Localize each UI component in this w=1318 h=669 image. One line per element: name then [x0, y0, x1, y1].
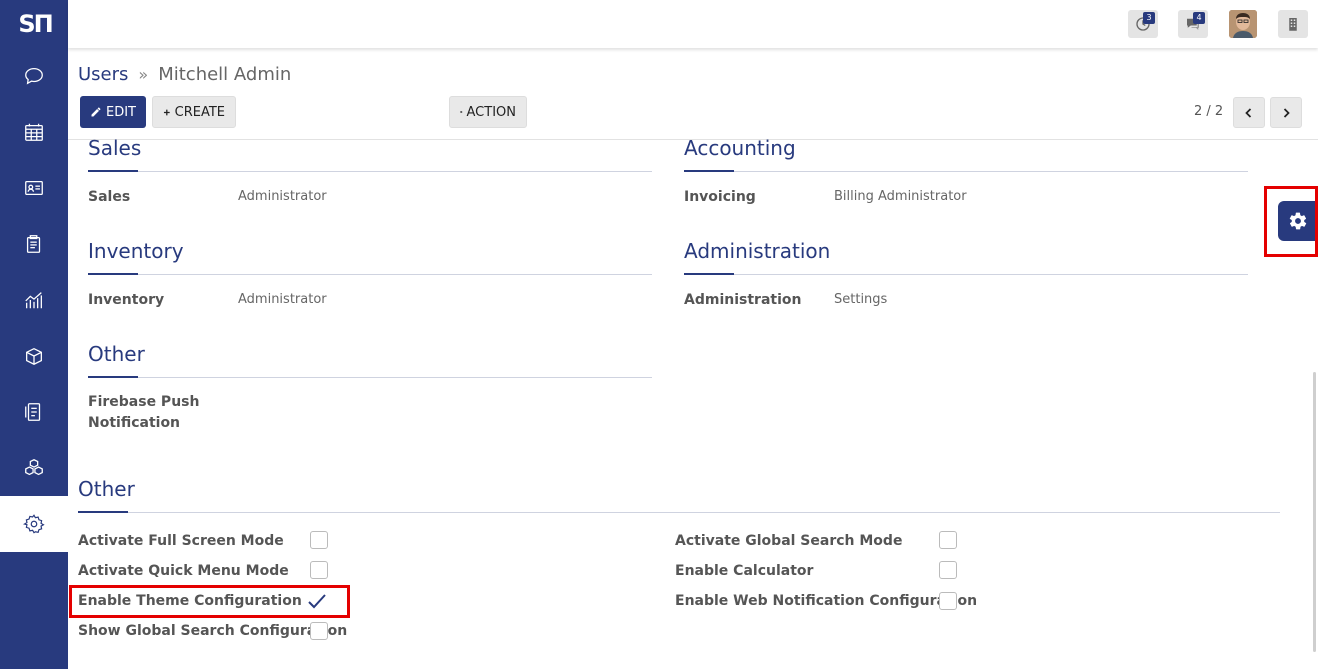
- gear-icon: [460, 110, 463, 114]
- plus-icon: [163, 109, 170, 115]
- calendar-icon: [25, 123, 43, 141]
- sidebar: ЅП: [0, 0, 68, 669]
- section-line-other: [78, 512, 1280, 513]
- pager-previous-button[interactable]: [1233, 97, 1265, 128]
- highlight-theme-configuration: [69, 585, 350, 618]
- checkbox-quick-menu[interactable]: [310, 561, 328, 579]
- option-label-web-notification: Enable Web Notification Configuration: [675, 593, 978, 609]
- box-icon: [26, 347, 42, 365]
- section-accent-other: [78, 511, 128, 513]
- group-accent-administration: [684, 273, 734, 275]
- option-label-global-search-config: Show Global Search Configuration: [78, 623, 348, 639]
- highlight-theme-settings: [1264, 186, 1318, 257]
- sidebar-item-documents[interactable]: [0, 216, 68, 272]
- pager-next-button[interactable]: [1270, 97, 1302, 128]
- scrollbar[interactable]: [1313, 372, 1316, 652]
- chevron-right-icon: [1283, 107, 1290, 118]
- group-line-sales: [88, 171, 652, 172]
- sidebar-item-invoicing[interactable]: [0, 384, 68, 440]
- field-label-inventory: Inventory: [88, 292, 165, 308]
- clipboard-icon: [26, 235, 41, 253]
- breadcrumb-parent-link[interactable]: Users: [78, 64, 128, 85]
- checkbox-full-screen[interactable]: [310, 531, 328, 549]
- field-value-invoicing: Billing Administrator: [834, 189, 967, 204]
- cubes-icon: [25, 459, 43, 476]
- group-title-sales: Sales: [88, 136, 142, 160]
- chat-icon: [25, 68, 43, 85]
- chart-icon: [25, 292, 42, 309]
- app-logo[interactable]: ЅП: [18, 10, 53, 38]
- field-label-firebase-line1: Firebase Push: [88, 394, 200, 410]
- company-switch-button[interactable]: [1278, 10, 1308, 38]
- edit-button[interactable]: EDIT: [80, 96, 146, 128]
- activity-button[interactable]: 3: [1128, 10, 1158, 38]
- contact-card-icon: [25, 180, 43, 196]
- building-icon: [1289, 18, 1297, 31]
- field-label-sales: Sales: [88, 189, 131, 205]
- field-label-firebase-push: Firebase Push Notification: [88, 392, 199, 434]
- top-bar: 3 4: [68, 0, 1318, 48]
- group-accent-accounting: [684, 170, 734, 172]
- group-title-accounting: Accounting: [684, 136, 796, 160]
- pager-counter[interactable]: 2 / 2: [1194, 104, 1223, 119]
- create-button-label: CREATE: [174, 104, 225, 120]
- activity-count-badge: 3: [1143, 12, 1155, 24]
- sidebar-item-reporting[interactable]: [0, 272, 68, 328]
- edit-button-label: EDIT: [106, 104, 136, 120]
- action-button[interactable]: ACTION: [449, 96, 527, 128]
- option-label-full-screen: Activate Full Screen Mode: [78, 533, 284, 549]
- group-title-administration: Administration: [684, 239, 831, 263]
- field-label-firebase-line2: Notification: [88, 415, 181, 431]
- chevron-left-icon: [1245, 107, 1252, 118]
- checkbox-calculator[interactable]: [939, 561, 957, 579]
- settings-icon: [23, 514, 45, 534]
- checkbox-global-search-config[interactable]: [310, 622, 328, 640]
- group-line-accounting: [684, 171, 1248, 172]
- messages-button[interactable]: 4: [1178, 10, 1208, 38]
- sidebar-item-calendar[interactable]: [0, 104, 68, 160]
- field-value-administration: Settings: [834, 292, 888, 307]
- breadcrumb-current: Mitchell Admin: [158, 64, 292, 85]
- checkbox-global-search-mode[interactable]: [939, 531, 957, 549]
- user-avatar[interactable]: [1229, 10, 1257, 38]
- group-accent-inventory: [88, 273, 138, 275]
- section-title-other: Other: [78, 477, 135, 501]
- group-title-inventory: Inventory: [88, 239, 184, 263]
- sidebar-item-settings[interactable]: [0, 496, 68, 552]
- messages-count-badge: 4: [1193, 12, 1205, 24]
- breadcrumb-separator: »: [138, 65, 149, 84]
- field-label-administration: Administration: [684, 292, 802, 308]
- checkbox-web-notification[interactable]: [939, 592, 957, 610]
- action-button-label: ACTION: [466, 104, 516, 120]
- user-photo-icon: [1229, 10, 1257, 38]
- sidebar-item-inventory[interactable]: [0, 328, 68, 384]
- field-value-inventory: Administrator: [238, 292, 327, 307]
- group-accent-other: [88, 376, 138, 378]
- sidebar-item-apps[interactable]: [0, 440, 68, 496]
- group-title-other: Other: [88, 342, 145, 366]
- option-label-global-search-mode: Activate Global Search Mode: [675, 533, 903, 549]
- group-line-inventory: [88, 274, 652, 275]
- receipt-icon: [25, 403, 41, 421]
- pencil-icon: [91, 107, 101, 117]
- breadcrumb: Users » Mitchell Admin: [78, 64, 291, 85]
- group-line-other: [88, 377, 652, 378]
- option-label-calculator: Enable Calculator: [675, 563, 814, 579]
- field-label-invoicing: Invoicing: [684, 189, 756, 205]
- group-accent-sales: [88, 170, 138, 172]
- option-label-quick-menu: Activate Quick Menu Mode: [78, 563, 289, 579]
- create-button[interactable]: CREATE: [152, 96, 236, 128]
- group-line-administration: [684, 274, 1248, 275]
- sidebar-item-contacts[interactable]: [0, 160, 68, 216]
- sidebar-item-discuss[interactable]: [0, 48, 68, 104]
- field-value-sales: Administrator: [238, 189, 327, 204]
